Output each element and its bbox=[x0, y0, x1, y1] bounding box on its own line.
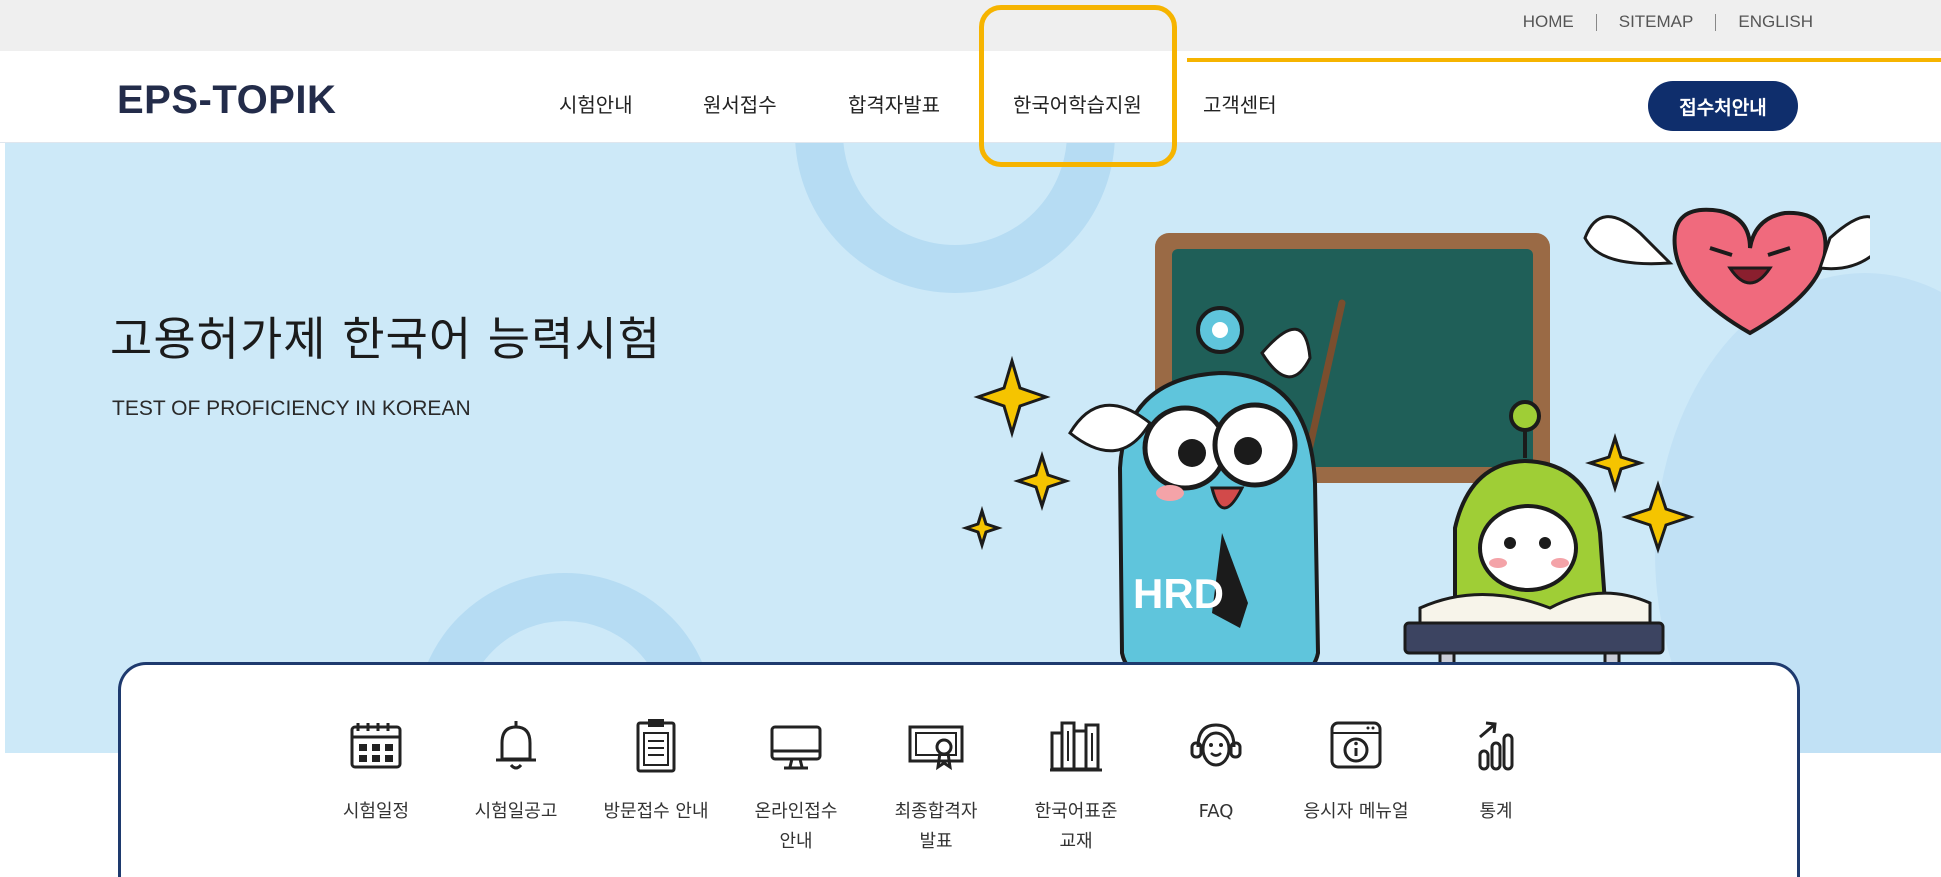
quick-exam-notice[interactable]: 시험일공고 bbox=[446, 713, 586, 827]
quick-final-results[interactable]: 최종합격자 발표 bbox=[866, 713, 1006, 857]
nav-exam-info[interactable]: 시험안내 bbox=[559, 89, 633, 118]
hero-subtitle: TEST OF PROFICIENCY IN KOREAN bbox=[112, 397, 471, 420]
quick-label: FAQ bbox=[1198, 801, 1234, 822]
quick-user-manual[interactable]: 응시자 메뉴얼 bbox=[1286, 713, 1426, 827]
nav-results[interactable]: 합격자발표 bbox=[848, 89, 940, 118]
quick-menu-panel: 시험일정 시험일공고 방문접수 안내 온라인접수 안내 최종합격자 발표 한국어… bbox=[118, 662, 1800, 877]
logo-text: EPS-TOPIK bbox=[117, 78, 337, 122]
home-link[interactable]: HOME bbox=[1523, 12, 1574, 32]
bar-chart-icon bbox=[1478, 721, 1514, 771]
bell-icon bbox=[496, 721, 536, 770]
quick-label: 온라인접수 안내 bbox=[754, 801, 838, 852]
quick-label: 통계 bbox=[1479, 801, 1513, 822]
separator bbox=[1595, 13, 1597, 31]
sitemap-link[interactable]: SITEMAP bbox=[1619, 12, 1694, 32]
quick-standard-textbook[interactable]: 한국어표준 교재 bbox=[1006, 713, 1146, 857]
quick-visit-application[interactable]: 방문접수 안내 bbox=[586, 713, 726, 827]
quick-label: 최종합격자 발표 bbox=[894, 801, 978, 852]
separator bbox=[1715, 13, 1717, 31]
quick-faq[interactable]: FAQ bbox=[1146, 713, 1286, 827]
utility-nav: HOME SITEMAP ENGLISH bbox=[1523, 12, 1813, 32]
headset-icon bbox=[1190, 723, 1242, 767]
info-window-icon bbox=[1330, 721, 1382, 769]
site-header: EPS-TOPIK 시험안내 원서접수 합격자발표 한국어학습지원 고객센터 접… bbox=[0, 51, 1941, 143]
clipboard-icon bbox=[636, 719, 676, 773]
quick-label: 방문접수 안내 bbox=[603, 801, 709, 822]
apply-location-button[interactable]: 접수처안내 bbox=[1648, 81, 1798, 131]
hero-title: 고용허가제 한국어 능력시험 bbox=[110, 312, 662, 366]
calendar-icon bbox=[350, 723, 402, 769]
quick-label: 시험일공고 bbox=[474, 801, 558, 822]
nav-application[interactable]: 원서접수 bbox=[703, 89, 777, 118]
quick-label: 한국어표준 교재 bbox=[1034, 801, 1118, 852]
nav-highlight-box bbox=[979, 5, 1177, 167]
utility-bar: HOME SITEMAP ENGLISH bbox=[0, 0, 1941, 51]
quick-exam-schedule[interactable]: 시험일정 bbox=[306, 713, 446, 827]
monitor-icon bbox=[770, 725, 822, 770]
highlight-arrow bbox=[1187, 58, 1941, 62]
certificate-icon bbox=[908, 725, 964, 771]
site-logo[interactable]: EPS-TOPIK bbox=[117, 78, 336, 123]
quick-online-application[interactable]: 온라인접수 안내 bbox=[726, 713, 866, 857]
english-link[interactable]: ENGLISH bbox=[1738, 12, 1813, 32]
nav-customer-center[interactable]: 고객센터 bbox=[1203, 89, 1277, 118]
svg-text:HRD: HRD bbox=[1133, 570, 1224, 617]
quick-statistics[interactable]: 통계 bbox=[1426, 713, 1566, 827]
quick-label: 시험일정 bbox=[342, 801, 410, 822]
books-icon bbox=[1050, 721, 1102, 772]
quick-label: 응시자 메뉴얼 bbox=[1303, 801, 1409, 822]
